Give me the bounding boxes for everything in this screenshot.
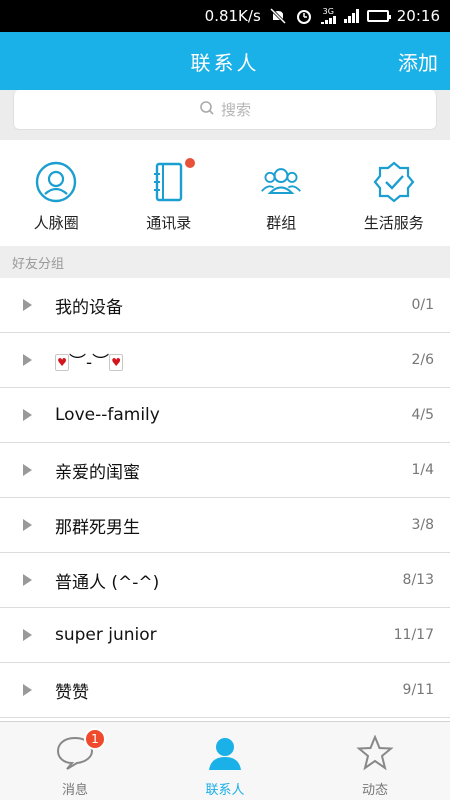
group-count: 0/1 — [411, 297, 434, 313]
signal-3g-icon: 3G — [320, 7, 336, 24]
group-row[interactable]: 我的设备 0/1 — [0, 278, 450, 333]
quick-link-network-circle[interactable]: 人脉圈 — [0, 140, 113, 246]
tab-feed[interactable]: 动态 — [300, 722, 450, 800]
heart-card-icon: ♥ — [109, 354, 124, 371]
expand-arrow-icon — [23, 464, 32, 476]
group-icon — [259, 160, 303, 204]
search-placeholder: 搜索 — [220, 101, 251, 119]
group-name: super junior — [55, 625, 157, 645]
quick-link-label: 群组 — [266, 214, 297, 232]
tab-messages[interactable]: 1 消息 — [0, 722, 150, 800]
tab-contacts[interactable]: 联系人 — [150, 722, 300, 800]
contacts-icon — [205, 735, 245, 775]
expand-arrow-icon — [23, 354, 32, 366]
battery-icon — [366, 10, 391, 22]
group-name: 赞赞 — [55, 682, 89, 703]
group-row[interactable]: 那群死男生 3/8 — [0, 498, 450, 553]
group-name-emoji: ♥ ︶-︶ ♥ — [55, 348, 411, 373]
unread-badge: 1 — [84, 728, 106, 750]
search-area: 搜索 — [0, 90, 450, 140]
tab-label: 联系人 — [205, 783, 245, 798]
quick-link-label: 通讯录 — [146, 214, 192, 232]
group-name: 亲爱的闺蜜 — [55, 462, 140, 483]
group-row[interactable]: 赞赞 9/11 — [0, 663, 450, 718]
group-row[interactable]: Love--family 4/5 — [0, 388, 450, 443]
tab-label: 动态 — [361, 783, 388, 798]
quick-link-address-book[interactable]: 通讯录 — [113, 140, 226, 246]
quick-link-groups[interactable]: 群组 — [225, 140, 338, 246]
title-bar: 联系人 添加 — [0, 32, 450, 90]
expand-arrow-icon — [23, 629, 32, 641]
network-type: 3G — [322, 7, 334, 16]
service-badge-icon — [372, 160, 416, 204]
quick-links: 人脉圈 通讯录 群组 生活服务 — [0, 140, 450, 246]
clock: 20:16 — [396, 7, 440, 25]
group-row[interactable]: 亲爱的闺蜜 1/4 — [0, 443, 450, 498]
star-icon — [355, 734, 395, 775]
heart-card-icon: ♥ — [55, 354, 69, 371]
bottom-tab-bar: 1 消息 联系人 动态 — [0, 721, 450, 800]
signal-icon — [343, 9, 359, 23]
address-book-icon — [147, 158, 195, 204]
group-name: 普通人 (^-^) — [55, 572, 160, 593]
group-name: Love--family — [55, 405, 160, 425]
search-input[interactable]: 搜索 — [13, 90, 437, 130]
group-name: 我的设备 — [55, 297, 123, 318]
group-count: 9/11 — [402, 682, 434, 698]
group-name: 那群死男生 — [55, 517, 140, 538]
mute-icon — [269, 7, 287, 25]
quick-link-life-services[interactable]: 生活服务 — [338, 140, 450, 246]
search-icon — [199, 100, 215, 120]
group-row[interactable]: 普通人 (^-^) 8/13 — [0, 553, 450, 608]
group-count: 11/17 — [393, 627, 434, 643]
group-count: 4/5 — [411, 407, 434, 423]
person-circle-icon — [34, 160, 78, 204]
expand-arrow-icon — [23, 519, 32, 531]
group-count: 2/6 — [411, 352, 434, 368]
quick-link-label: 人脉圈 — [33, 214, 79, 232]
group-row[interactable]: super junior 11/17 — [0, 608, 450, 663]
expand-arrow-icon — [23, 299, 32, 311]
quick-link-label: 生活服务 — [363, 214, 424, 232]
group-count: 8/13 — [402, 572, 434, 588]
add-button[interactable]: 添加 — [398, 32, 438, 90]
section-header: 好友分组 — [0, 246, 450, 278]
expand-arrow-icon — [23, 684, 32, 696]
group-count: 1/4 — [411, 462, 434, 478]
network-speed: 0.81K/s — [204, 7, 261, 25]
group-list: 我的设备 0/1 ♥ ︶-︶ ♥ 2/6 Love--family 4/5 亲爱的闺… — [0, 278, 450, 721]
page-title: 联系人 — [190, 50, 260, 75]
group-name: ︶-︶ — [69, 352, 110, 373]
group-count: 3/8 — [411, 517, 434, 533]
notification-dot — [184, 158, 195, 168]
expand-arrow-icon — [23, 409, 32, 421]
group-row[interactable]: ♥ ︶-︶ ♥ 2/6 — [0, 333, 450, 388]
alarm-icon — [295, 7, 313, 25]
tab-label: 消息 — [61, 783, 88, 798]
status-bar: 0.81K/s 3G 20:16 — [0, 0, 450, 32]
expand-arrow-icon — [23, 574, 32, 586]
